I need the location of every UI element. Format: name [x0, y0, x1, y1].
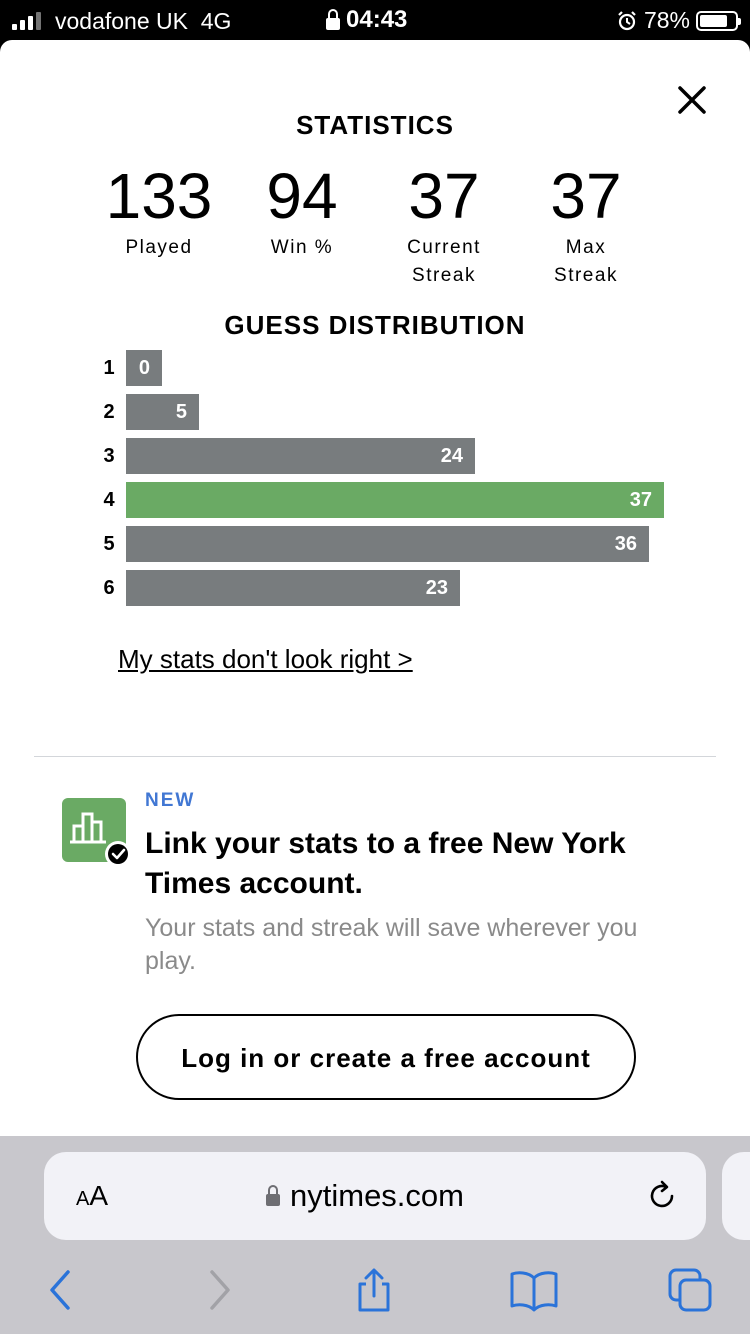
stat-max-streak-value: 37: [550, 160, 622, 232]
status-time: 04:43: [346, 6, 408, 33]
orientation-lock-icon: [326, 9, 340, 30]
stat-max-streak-label-line1: Max: [565, 237, 607, 258]
share-icon[interactable]: [354, 1266, 394, 1314]
promo-title: Link your stats to a free New York Times…: [145, 827, 626, 900]
stats-check-icon: [62, 798, 131, 867]
stat-current-streak: 37 Current Streak: [379, 164, 509, 290]
address-bar[interactable]: AA nytimes.com: [44, 1152, 706, 1240]
next-tab-peek[interactable]: [722, 1152, 750, 1240]
carrier-name: vodafone UK: [55, 8, 188, 34]
stat-current-streak-label: Current Streak: [379, 234, 509, 290]
url-text: nytimes.com: [290, 1178, 464, 1213]
battery-percent: 78%: [643, 7, 690, 33]
guess-number: 3: [103, 445, 115, 467]
stat-win-pct: 94 Win %: [237, 164, 367, 262]
divider: [34, 756, 716, 757]
stat-current-streak-label-line1: Current: [407, 237, 481, 258]
url-display[interactable]: nytimes.com: [266, 1178, 464, 1214]
signal-icon: [12, 10, 41, 30]
reload-icon[interactable]: [644, 1178, 680, 1214]
login-button[interactable]: Log in or create a free account: [136, 1014, 636, 1100]
status-right: 78%: [616, 7, 741, 34]
padlock-icon: [266, 1185, 280, 1206]
text-size-button[interactable]: AA: [76, 1180, 108, 1212]
stat-max-streak-label: Max Streak: [521, 234, 651, 290]
stat-win-pct-value: 94: [266, 160, 338, 232]
guess-number: 4: [103, 489, 115, 511]
statistics-title: STATISTICS: [296, 110, 454, 140]
carrier-network: vodafone UK 4G: [55, 8, 231, 35]
alarm-icon: [618, 10, 636, 30]
bookmarks-icon[interactable]: [508, 1266, 560, 1314]
guess-number: 2: [103, 401, 115, 423]
stat-current-streak-label-line2: Streak: [412, 265, 476, 286]
distribution-bar: 24: [126, 438, 475, 474]
network-type: 4G: [200, 8, 232, 34]
tabs-icon[interactable]: [666, 1266, 716, 1314]
stat-played: 133 Played: [94, 164, 224, 262]
guess-number: 1: [103, 357, 115, 379]
browser-toolbar: AA nytimes.com: [0, 1136, 750, 1334]
promo-description: Your stats and streak will save wherever…: [145, 914, 638, 975]
guess-number: 5: [103, 533, 115, 555]
distribution-bar: 0: [126, 350, 162, 386]
statistics-modal: STATISTICS 133 Played 94 Win % 37 Curren…: [0, 40, 750, 1136]
status-bar: vodafone UK 4G 04:43 78%: [0, 0, 750, 40]
stat-played-label: Played: [125, 237, 193, 258]
status-time-group: 04:43: [326, 6, 407, 34]
battery-icon: [696, 10, 741, 31]
guess-number: 6: [103, 577, 115, 599]
text-size-large-label: A: [89, 1180, 109, 1211]
distribution-bar: 36: [126, 526, 649, 562]
stat-max-streak-label-line2: Streak: [554, 265, 618, 286]
distribution-title: GUESS DISTRIBUTION: [224, 310, 526, 340]
stat-max-streak: 37 Max Streak: [521, 164, 651, 290]
stat-win-pct-label: Win %: [270, 237, 334, 258]
new-badge: NEW: [145, 790, 196, 811]
distribution-bar: 5: [126, 394, 199, 430]
stats-help-link[interactable]: My stats don't look right >: [118, 644, 413, 675]
back-icon[interactable]: [40, 1266, 80, 1314]
stat-current-streak-value: 37: [408, 160, 480, 232]
text-size-small-label: A: [76, 1188, 90, 1210]
forward-icon[interactable]: [200, 1266, 240, 1314]
distribution-bar: 23: [126, 570, 460, 606]
distribution-bar-highlight: 37: [126, 482, 664, 518]
stat-played-value: 133: [105, 160, 213, 232]
